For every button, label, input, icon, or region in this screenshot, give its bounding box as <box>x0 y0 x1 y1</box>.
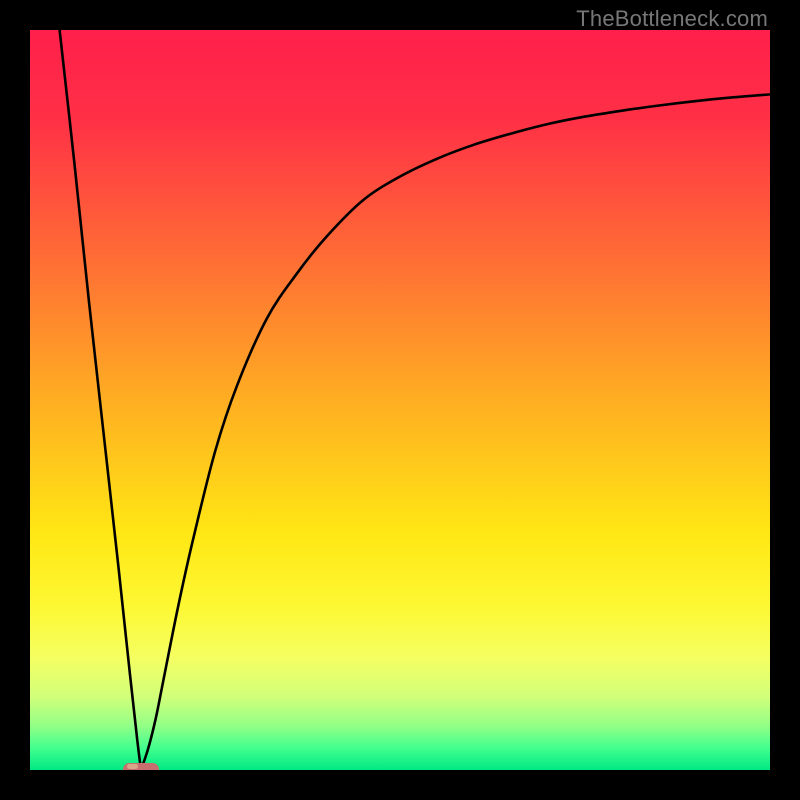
optimum-marker <box>123 763 159 770</box>
curve-layer <box>30 30 770 770</box>
plot-area <box>30 30 770 770</box>
watermark-text: TheBottleneck.com <box>576 6 768 32</box>
bottleneck-curve <box>60 30 770 770</box>
chart-frame: TheBottleneck.com <box>0 0 800 800</box>
